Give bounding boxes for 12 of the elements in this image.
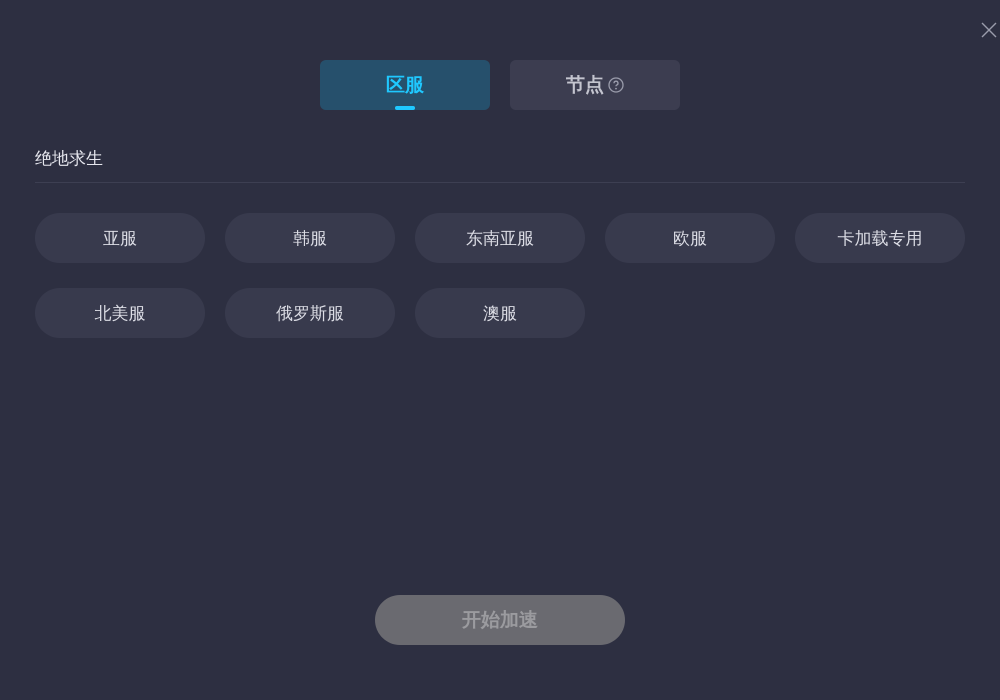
region-button[interactable]: 北美服: [35, 288, 205, 338]
close-icon[interactable]: [981, 22, 997, 38]
region-button[interactable]: 俄罗斯服: [225, 288, 395, 338]
game-title: 绝地求生: [35, 148, 104, 169]
region-button[interactable]: 欧服: [605, 213, 775, 263]
region-button[interactable]: 卡加载专用: [795, 213, 965, 263]
tab[interactable]: 节点: [510, 60, 680, 110]
region-button[interactable]: 东南亚服: [415, 213, 585, 263]
region-button[interactable]: 澳服: [415, 288, 585, 338]
region-button[interactable]: 亚服: [35, 213, 205, 263]
tab[interactable]: 区服: [320, 60, 490, 110]
region-button[interactable]: 韩服: [225, 213, 395, 263]
